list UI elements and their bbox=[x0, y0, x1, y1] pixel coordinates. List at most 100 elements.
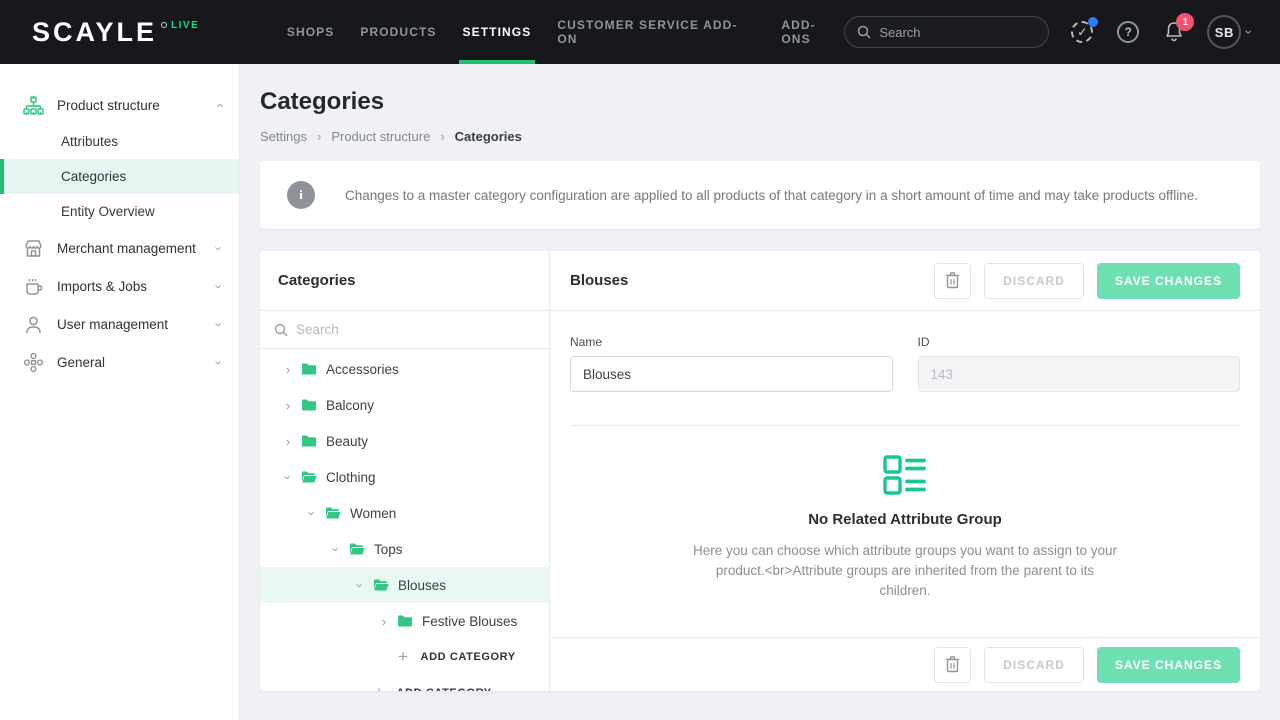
chevron-right-icon[interactable]: › bbox=[378, 615, 390, 628]
delete-category-button[interactable] bbox=[934, 263, 971, 299]
category-tree-panel: Categories › Accessories › Balcony › bbox=[260, 251, 550, 691]
sidebar-item-entity-overview[interactable]: Entity Overview bbox=[0, 194, 239, 229]
settings-nodes-icon bbox=[22, 351, 44, 373]
plus-icon: + bbox=[398, 647, 409, 667]
user-icon bbox=[22, 313, 44, 335]
tree-search-input[interactable] bbox=[296, 322, 516, 337]
chevron-down-icon[interactable]: › bbox=[306, 507, 319, 519]
chevron-right-icon[interactable]: › bbox=[282, 363, 294, 376]
folder-open-icon bbox=[325, 506, 341, 520]
search-input[interactable] bbox=[879, 25, 1029, 40]
discard-button[interactable]: DISCARD bbox=[984, 647, 1084, 683]
trash-icon bbox=[945, 656, 960, 673]
notifications-button[interactable]: 1 bbox=[1161, 19, 1187, 45]
save-changes-button[interactable]: SAVE CHANGES bbox=[1097, 647, 1240, 683]
chevron-down-icon: › bbox=[212, 284, 225, 288]
chevron-down-icon[interactable]: › bbox=[330, 543, 343, 555]
tree-item-balcony[interactable]: › Balcony bbox=[260, 387, 549, 423]
nav-item-products[interactable]: PRODUCTS bbox=[360, 0, 436, 64]
sidebar-item-merchant-management[interactable]: Merchant management › bbox=[0, 229, 239, 267]
trash-icon bbox=[945, 272, 960, 289]
breadcrumb-settings[interactable]: Settings bbox=[260, 129, 307, 144]
folder-open-icon bbox=[301, 470, 317, 484]
live-badge: LIVE bbox=[171, 20, 199, 31]
help-button[interactable]: ? bbox=[1115, 19, 1141, 45]
chevron-up-icon: › bbox=[212, 103, 225, 107]
tree-item-festive-blouses[interactable]: › Festive Blouses bbox=[260, 603, 549, 639]
categories-card: Categories › Accessories › Balcony › bbox=[260, 251, 1260, 691]
chevron-down-icon: › bbox=[212, 322, 225, 326]
status-notification-dot bbox=[1088, 17, 1098, 27]
delete-category-button[interactable] bbox=[934, 647, 971, 683]
plus-icon: + bbox=[374, 683, 385, 691]
page-title: Categories bbox=[260, 88, 1260, 116]
name-field[interactable] bbox=[570, 356, 893, 392]
sidebar-item-attributes[interactable]: Attributes bbox=[0, 124, 239, 159]
nav-item-customer-service-add-on[interactable]: CUSTOMER SERVICE ADD-ON bbox=[557, 0, 755, 64]
info-banner-text: Changes to a master category configurati… bbox=[345, 188, 1198, 203]
logo-degree-icon bbox=[161, 22, 167, 28]
tree-item-accessories[interactable]: › Accessories bbox=[260, 351, 549, 387]
chevron-right-icon[interactable]: › bbox=[282, 435, 294, 448]
breadcrumb-categories: Categories bbox=[455, 129, 522, 144]
tree-panel-title: Categories bbox=[260, 251, 549, 311]
detail-title: Blouses bbox=[570, 272, 628, 289]
tree-item-women[interactable]: › Women bbox=[260, 495, 549, 531]
account-menu[interactable]: SB › bbox=[1207, 15, 1252, 49]
detail-footer: DISCARD SAVE CHANGES bbox=[550, 637, 1260, 691]
sidebar-section-label: Merchant management bbox=[57, 241, 217, 256]
sidebar-item-imports-jobs[interactable]: Imports & Jobs › bbox=[0, 267, 239, 305]
sidebar-section-label: General bbox=[57, 355, 217, 370]
sidebar-item-user-management[interactable]: User management › bbox=[0, 305, 239, 343]
chevron-right-icon[interactable]: › bbox=[282, 399, 294, 412]
tree-item-beauty[interactable]: › Beauty bbox=[260, 423, 549, 459]
attribute-group-icon bbox=[883, 455, 927, 495]
chevron-down-icon: › bbox=[212, 246, 225, 250]
empty-state-title: No Related Attribute Group bbox=[808, 511, 1002, 528]
empty-state-description: Here you can choose which attribute grou… bbox=[690, 541, 1120, 601]
breadcrumb-product-structure[interactable]: Product structure bbox=[331, 129, 430, 144]
folder-open-icon bbox=[349, 542, 365, 556]
tree-item-tops[interactable]: › Tops bbox=[260, 531, 549, 567]
nav-item-settings[interactable]: SETTINGS bbox=[463, 0, 532, 64]
sidebar-item-product-structure[interactable]: Product structure › bbox=[0, 86, 239, 124]
sitemap-icon bbox=[22, 94, 44, 116]
sidebar-item-general[interactable]: General › bbox=[0, 343, 239, 381]
nav-item-add-ons[interactable]: ADD-ONS bbox=[781, 0, 844, 64]
help-icon: ? bbox=[1117, 21, 1139, 43]
folder-closed-icon bbox=[301, 434, 317, 448]
tree-search[interactable] bbox=[260, 311, 549, 349]
id-field-label: ID bbox=[918, 335, 1241, 349]
sidebar-section-label: Imports & Jobs bbox=[57, 279, 217, 294]
add-category-button[interactable]: + ADD CATEGORY bbox=[260, 675, 549, 691]
tree-item-blouses[interactable]: › Blouses bbox=[260, 567, 549, 603]
nav-item-shops[interactable]: SHOPS bbox=[287, 0, 335, 64]
main-nav: SHOPS PRODUCTS SETTINGS CUSTOMER SERVICE… bbox=[287, 0, 844, 64]
breadcrumb: Settings › Product structure › Categorie… bbox=[260, 129, 1260, 144]
shop-icon bbox=[22, 237, 44, 259]
search-icon bbox=[274, 323, 288, 337]
save-changes-button[interactable]: SAVE CHANGES bbox=[1097, 263, 1240, 299]
chevron-down-icon[interactable]: › bbox=[354, 579, 367, 591]
tree-item-clothing[interactable]: › Clothing bbox=[260, 459, 549, 495]
sidebar-item-categories[interactable]: Categories bbox=[0, 159, 239, 194]
chevron-down-icon: › bbox=[212, 360, 225, 364]
main-content: Categories Settings › Product structure … bbox=[240, 64, 1280, 720]
system-status-button[interactable]: ✓ bbox=[1069, 19, 1095, 45]
discard-button[interactable]: DISCARD bbox=[984, 263, 1084, 299]
add-category-button[interactable]: + ADD CATEGORY bbox=[260, 639, 549, 675]
folder-closed-icon bbox=[301, 398, 317, 412]
sidebar-section-label: User management bbox=[57, 317, 217, 332]
id-field bbox=[918, 356, 1241, 392]
name-field-label: Name bbox=[570, 335, 893, 349]
global-search[interactable] bbox=[844, 16, 1049, 48]
category-tree: › Accessories › Balcony › Beauty › bbox=[260, 349, 549, 691]
category-detail-panel: Blouses DISCARD SAVE CHANGES Name bbox=[550, 251, 1260, 691]
sidebar-section-label: Product structure bbox=[57, 98, 217, 113]
scayle-logo[interactable]: SCAYLE LIVE bbox=[0, 16, 239, 48]
folder-open-icon bbox=[373, 578, 389, 592]
breadcrumb-separator-icon: › bbox=[440, 130, 444, 143]
chevron-down-icon[interactable]: › bbox=[282, 471, 295, 483]
settings-sidebar: Product structure › Attributes Categorie… bbox=[0, 64, 240, 720]
avatar: SB bbox=[1207, 15, 1241, 49]
